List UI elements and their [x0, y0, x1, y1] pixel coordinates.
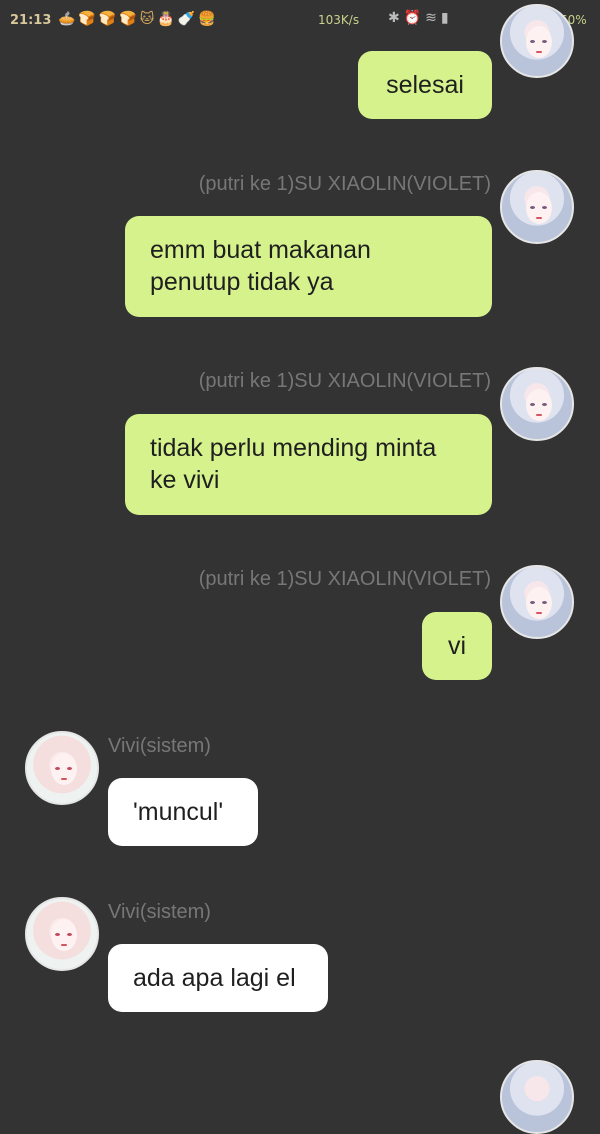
avatar[interactable]: [500, 367, 574, 441]
network-speed: 103K/s: [318, 13, 360, 27]
avatar[interactable]: [500, 565, 574, 639]
avatar[interactable]: [500, 4, 574, 78]
message-bubble[interactable]: emm buat makanan penutup tidak ya: [125, 216, 492, 317]
avatar[interactable]: [25, 897, 99, 971]
status-time: 21:13: [10, 13, 52, 28]
sender-name: (putri ke 1)SU XIAOLIN(VIOLET): [198, 370, 491, 392]
sender-name: Vivi(sistem): [108, 901, 211, 923]
sender-name: (putri ke 1)SU XIAOLIN(VIOLET): [198, 568, 491, 590]
system-icons: ✱⏰≋▮: [388, 10, 453, 26]
message-bubble[interactable]: tidak perlu mending minta ke vivi: [125, 414, 492, 515]
notification-icons: 🥧🍞🍞🍞🐱🎂🍼🍔: [58, 11, 219, 27]
avatar[interactable]: [500, 170, 574, 244]
avatar[interactable]: [25, 731, 99, 805]
avatar[interactable]: [500, 1060, 574, 1134]
sender-name: (putri ke 1)SU XIAOLIN(VIOLET): [198, 173, 491, 195]
message-bubble[interactable]: selesai: [358, 51, 492, 119]
message-bubble[interactable]: 'muncul': [108, 778, 258, 846]
message-bubble[interactable]: ada apa lagi el: [108, 944, 328, 1012]
message-bubble[interactable]: vi: [422, 612, 492, 680]
sender-name: Vivi(sistem): [108, 735, 211, 757]
